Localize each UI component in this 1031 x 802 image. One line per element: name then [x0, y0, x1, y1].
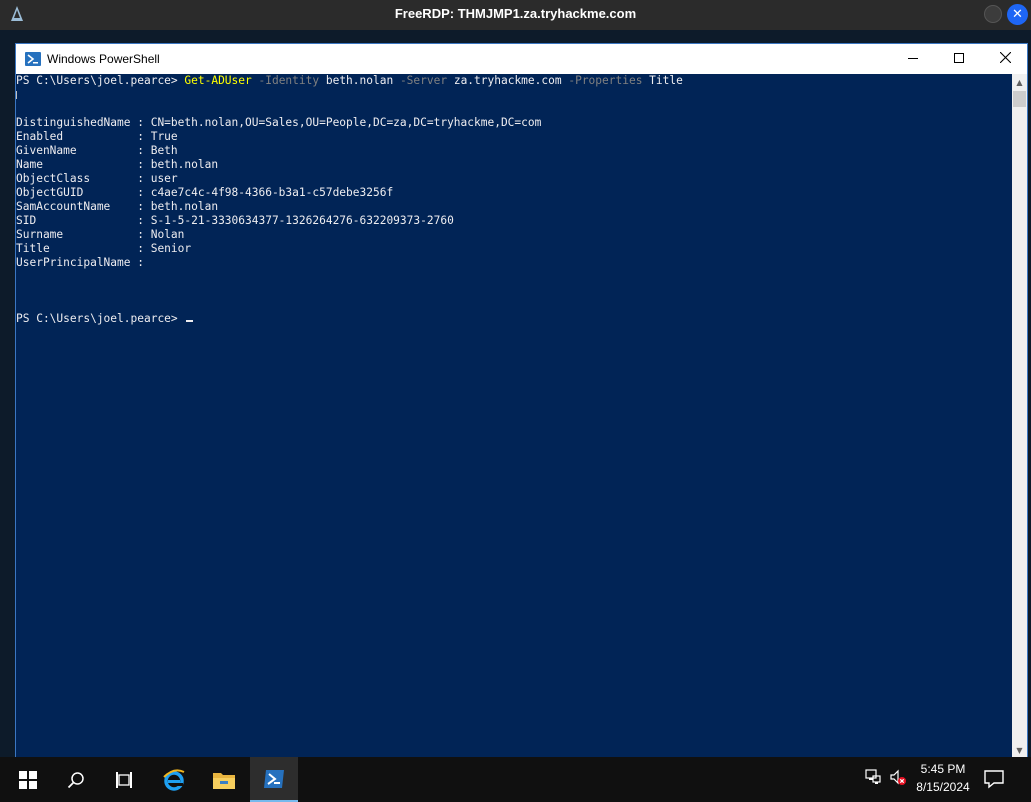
- scrollbar-thumb[interactable]: [1013, 91, 1026, 107]
- output-line: SamAccountName : beth.nolan: [16, 200, 219, 213]
- minimize-button[interactable]: [890, 44, 936, 74]
- rdp-close-button[interactable]: ✕: [1007, 4, 1028, 25]
- file-explorer-icon: [213, 772, 235, 789]
- clock-date: 8/15/2024: [916, 780, 970, 794]
- clock-time: 5:45 PM: [920, 762, 966, 776]
- task-view-icon: [116, 771, 132, 788]
- rdp-titlebar: FreeRDP: THMJMP1.za.tryhackme.com ✕: [0, 0, 1031, 30]
- current-prompt-line[interactable]: PS C:\Users\joel.pearce>: [16, 312, 194, 326]
- powershell-titlebar[interactable]: Windows PowerShell: [16, 44, 1027, 74]
- close-button[interactable]: [982, 44, 1028, 74]
- maximize-button[interactable]: [936, 44, 982, 74]
- output-line: DistinguishedName : CN=beth.nolan,OU=Sal…: [16, 116, 542, 129]
- value-properties: Title: [642, 74, 683, 87]
- param-properties: -Properties: [561, 74, 643, 87]
- output-line: Enabled : True: [16, 130, 178, 143]
- output-line: Name : beth.nolan: [16, 158, 219, 171]
- rdp-minimize-button[interactable]: [984, 5, 1002, 23]
- vertical-scrollbar[interactable]: ▲ ▼: [1012, 74, 1027, 759]
- value-server: za.tryhackme.com: [447, 74, 562, 87]
- clock[interactable]: 5:45 PM 8/15/2024: [908, 760, 978, 796]
- close-icon: [999, 51, 1011, 64]
- cmdlet: Get-ADUser: [184, 74, 252, 87]
- output-line: UserPrincipalName :: [16, 256, 144, 269]
- scroll-up-arrow-icon[interactable]: ▲: [1012, 74, 1027, 91]
- task-view-button[interactable]: [100, 757, 148, 802]
- network-icon[interactable]: [865, 769, 881, 785]
- output-line: Title : Senior: [16, 242, 192, 255]
- start-button[interactable]: [4, 757, 52, 802]
- output-line: ObjectGUID : c4ae7c4c-4f98-4366-b3a1-c57…: [16, 186, 394, 199]
- powershell-icon: [25, 52, 41, 66]
- text-cursor: [186, 320, 194, 322]
- rdp-window-title: FreeRDP: THMJMP1.za.tryhackme.com: [394, 6, 637, 21]
- search-icon: [67, 771, 84, 788]
- volume-muted-icon[interactable]: [889, 769, 907, 787]
- windows-start-icon: [19, 770, 37, 789]
- taskbar: 5:45 PM 8/15/2024: [0, 757, 1031, 802]
- output-line: Surname : Nolan: [16, 228, 185, 241]
- progress-marker: [16, 91, 17, 99]
- prompt: PS C:\Users\joel.pearce>: [16, 74, 185, 87]
- action-center-icon[interactable]: [982, 767, 1006, 791]
- output-line: GivenName : Beth: [16, 144, 178, 157]
- window-title: Windows PowerShell: [47, 52, 160, 66]
- param-server: -Server: [393, 74, 448, 87]
- file-explorer-button[interactable]: [200, 757, 248, 802]
- internet-explorer-icon: [163, 768, 185, 791]
- powershell-window[interactable]: Windows PowerShell PS C:\Users\joel.pear…: [15, 43, 1028, 760]
- output-line: SID : S-1-5-21-3330634377-1326264276-632…: [16, 214, 454, 227]
- console-output[interactable]: PS C:\Users\joel.pearce> Get-ADUser -Ide…: [16, 74, 1012, 759]
- param-identity: -Identity: [251, 74, 320, 87]
- value-identity: beth.nolan: [319, 74, 394, 87]
- powershell-taskbar-button[interactable]: [250, 757, 298, 802]
- command-line: PS C:\Users\joel.pearce> Get-ADUser -Ide…: [16, 74, 683, 88]
- minimize-icon: [908, 58, 918, 59]
- prompt: PS C:\Users\joel.pearce>: [16, 312, 185, 325]
- powershell-icon: [264, 769, 284, 788]
- search-button[interactable]: [52, 757, 100, 802]
- internet-explorer-button[interactable]: [150, 757, 198, 802]
- output-line: ObjectClass : user: [16, 172, 178, 185]
- maximize-icon: [954, 53, 964, 63]
